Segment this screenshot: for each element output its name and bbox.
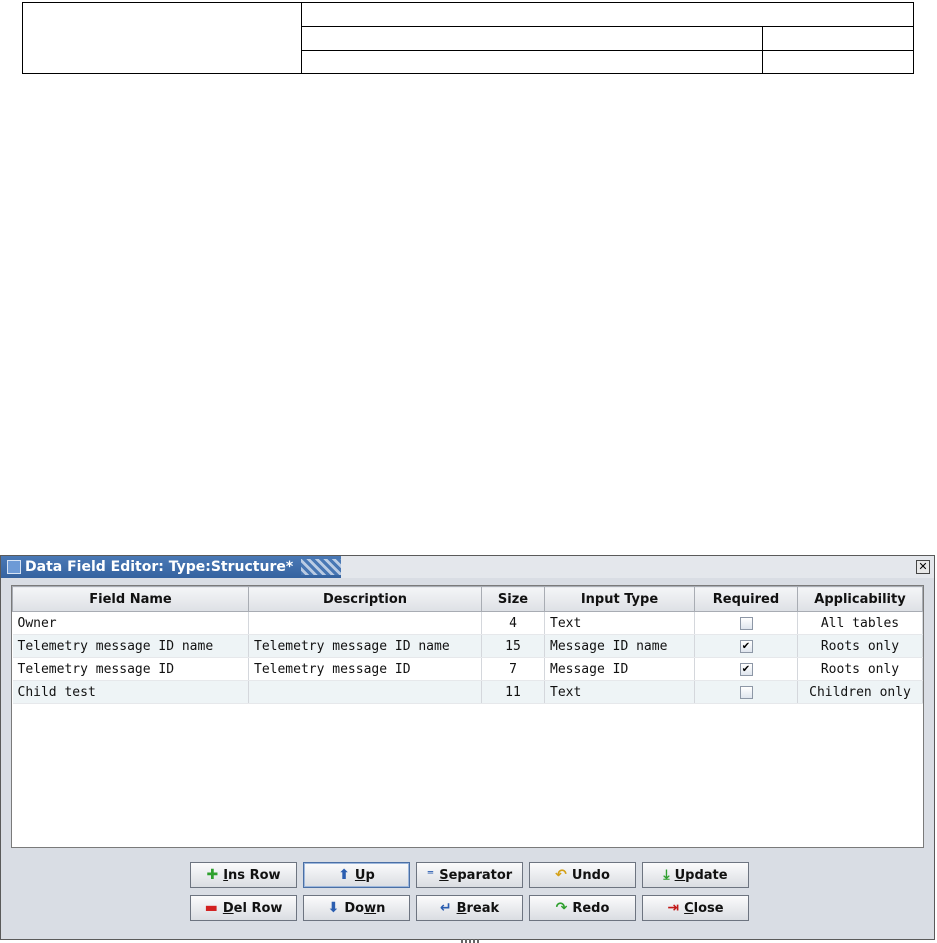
cell-description[interactable] [248, 611, 482, 635]
close-button[interactable]: ⇥ Close [642, 895, 749, 921]
cell-input-type[interactable]: Message ID [544, 657, 695, 681]
table-row[interactable]: Child test 11 Text Children only [12, 680, 923, 704]
header-cell-mid-right [762, 26, 914, 51]
table-row[interactable]: Owner 4 Text All tables [12, 611, 923, 635]
cell-size[interactable]: 4 [481, 611, 545, 635]
close-door-icon: ⇥ [667, 900, 680, 916]
arrow-down-icon: ⬇ [327, 900, 340, 916]
cell-applicability[interactable]: Roots only [797, 657, 923, 681]
minus-icon: ▬ [204, 900, 218, 916]
del-row-button[interactable]: ▬ Del Row [190, 895, 297, 921]
window-close-icon[interactable]: ✕ [916, 560, 930, 574]
plus-icon: ✚ [206, 867, 219, 883]
cell-size[interactable]: 11 [481, 680, 545, 704]
undo-icon: ↶ [555, 867, 567, 883]
down-button[interactable]: ⬇ Down [303, 895, 410, 921]
cell-input-type[interactable]: Text [544, 611, 695, 635]
header-cell-top [301, 1, 914, 28]
cell-applicability[interactable]: All tables [797, 611, 923, 635]
update-button[interactable]: ⤓ Update [642, 862, 749, 888]
cell-input-type[interactable]: Message ID name [544, 634, 695, 658]
title-bar-decoration [301, 559, 341, 575]
ins-row-button[interactable]: ✚ Ins Row [190, 862, 297, 888]
header-cell-bottom-left [301, 49, 763, 75]
update-icon: ⤓ [663, 867, 670, 883]
cell-description[interactable]: Telemetry message ID [248, 657, 482, 681]
column-header-required[interactable]: Required [694, 586, 798, 612]
table-row[interactable]: Telemetry message ID Telemetry message I… [12, 657, 923, 681]
break-icon: ↵ [439, 900, 452, 916]
redo-button[interactable]: ↷ Redo [529, 895, 636, 921]
document-header-table [22, 1, 914, 75]
cell-description[interactable] [248, 680, 482, 704]
required-checkbox-checked[interactable]: ✔ [739, 662, 753, 676]
column-header-size[interactable]: Size [481, 586, 545, 612]
column-header-field-name[interactable]: Field Name [12, 586, 249, 612]
title-bar-empty-area [341, 556, 934, 578]
up-button[interactable]: ⬆ Up [303, 862, 410, 888]
cell-applicability[interactable]: Roots only [797, 634, 923, 658]
required-checkbox-checked[interactable]: ✔ [739, 639, 753, 653]
cell-description[interactable]: Telemetry message ID name [248, 634, 482, 658]
column-header-description[interactable]: Description [248, 586, 482, 612]
cell-applicability[interactable]: Children only [797, 680, 923, 704]
cell-field-name[interactable]: Telemetry message ID name [12, 634, 249, 658]
data-field-editor-window: Data Field Editor: Type:Structure* ✕ Fie… [0, 555, 935, 943]
cell-input-type[interactable]: Text [544, 680, 695, 704]
cell-size[interactable]: 15 [481, 634, 545, 658]
header-cell-bottom-right [762, 49, 914, 75]
arrow-up-icon: ⬆ [338, 867, 350, 883]
undo-button[interactable]: ↶ Undo [529, 862, 636, 888]
column-header-applicability[interactable]: Applicability [797, 586, 923, 612]
window-title: Data Field Editor: Type:Structure* [25, 559, 294, 575]
cell-field-name[interactable]: Child test [12, 680, 249, 704]
cell-size[interactable]: 7 [481, 657, 545, 681]
break-button[interactable]: ↵ Break [416, 895, 523, 921]
separator-button[interactable]: ⁼ Separator [416, 862, 523, 888]
header-cell-left [22, 2, 302, 74]
header-cell-mid-left [301, 26, 763, 51]
required-checkbox[interactable] [739, 685, 753, 699]
column-header-input-type[interactable]: Input Type [544, 586, 695, 612]
redo-icon: ↷ [555, 900, 568, 916]
cell-field-name[interactable]: Owner [12, 611, 249, 635]
cell-field-name[interactable]: Telemetry message ID [12, 657, 249, 681]
required-checkbox[interactable] [739, 616, 753, 630]
window-icon [7, 560, 21, 574]
title-bar[interactable]: Data Field Editor: Type:Structure* ✕ [1, 556, 934, 578]
separator-icon: ⁼ [426, 867, 435, 883]
table-header-row: Field Name Description Size Input Type R… [12, 586, 923, 612]
resize-grip[interactable] [461, 939, 481, 943]
data-field-table: Field Name Description Size Input Type R… [11, 585, 924, 848]
table-row[interactable]: Telemetry message ID name Telemetry mess… [12, 634, 923, 658]
